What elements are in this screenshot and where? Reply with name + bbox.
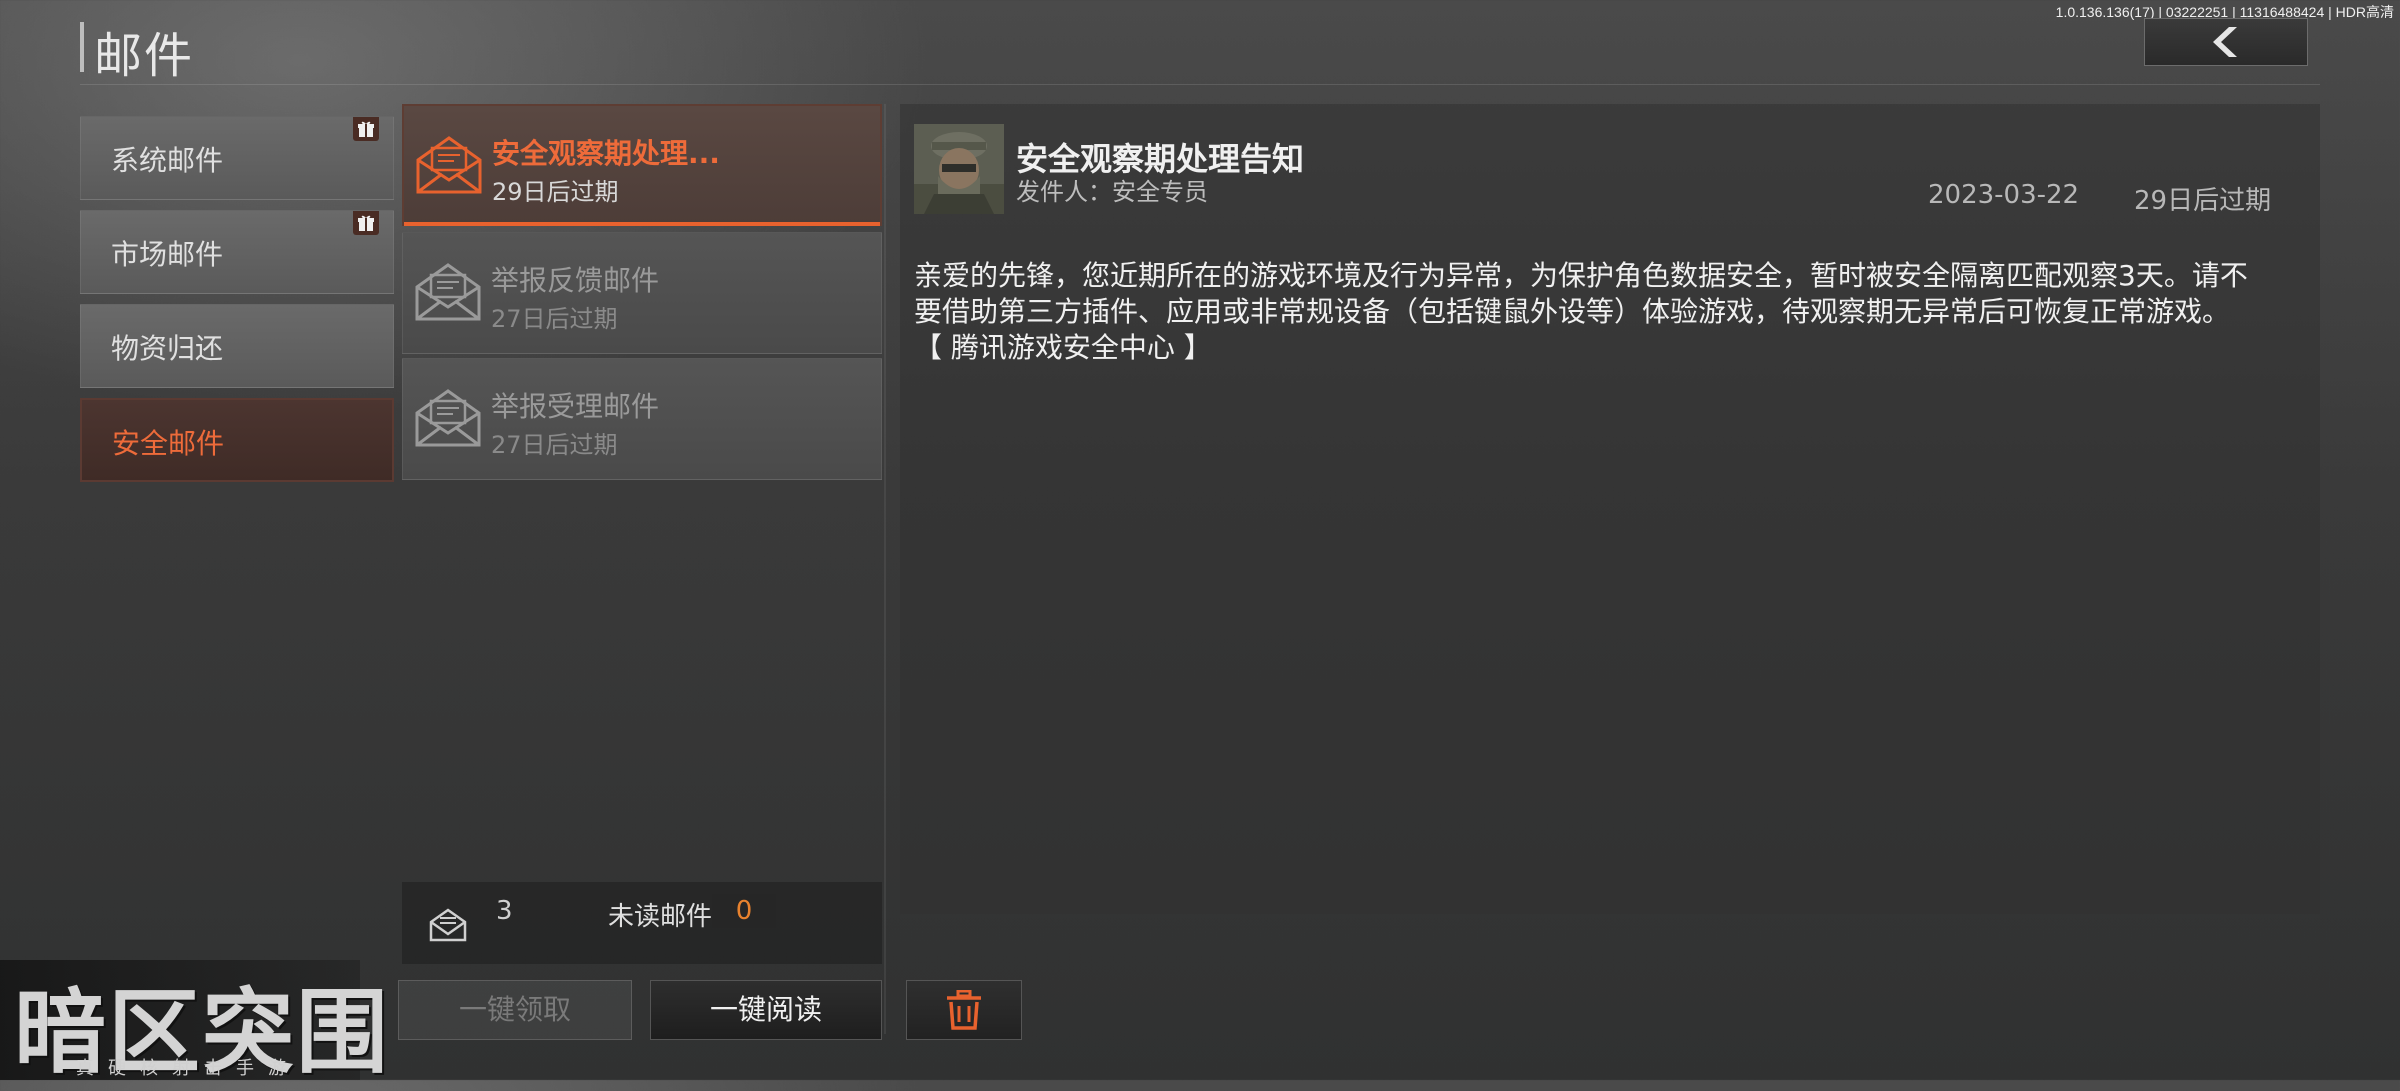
mail-body-line: 【 腾讯游戏安全中心 】 [914,331,1212,364]
mail-date: 2023-03-22 [1928,180,2080,210]
mail-expiry: 27日后过期 [491,305,618,333]
mail-body-line: 要借助第三方插件、应用或非常规设备（包括键鼠外设等）体验游戏，待观察期无异常后可… [914,295,2231,328]
unread-label: 未读邮件 [608,902,713,932]
mail-subject: 安全观察期处理... [492,137,720,170]
mail-expiry: 27日后过期 [491,431,618,459]
mail-detail-panel [900,104,2320,914]
list-divider [884,104,886,1034]
mail-list-item[interactable]: 举报受理邮件 27日后过期 [402,358,882,480]
sender-avatar [914,124,1004,214]
mail-expiry: 29日后过期 [2134,186,2272,216]
mail-list-item[interactable]: 安全观察期处理... 29日后过期 [402,104,882,226]
gift-icon [353,211,379,235]
read-all-button[interactable]: 一键阅读 [650,980,882,1040]
delete-button[interactable] [906,980,1022,1040]
envelope-open-icon [414,134,484,198]
mail-subject: 举报受理邮件 [491,390,660,423]
tab-market-mail[interactable]: 市场邮件 [80,210,394,294]
tab-item-return[interactable]: 物资归还 [80,304,394,388]
mail-expiry: 29日后过期 [492,178,619,206]
tab-label: 物资归还 [111,332,224,365]
mail-body-line: 亲爱的先锋，您近期所在的游戏环境及行为异常，为保护角色数据安全，暂时被安全隔离匹… [914,259,2248,292]
chevron-left-icon [2213,27,2237,57]
game-logo-tagline: 真硬核射击手游 [76,1058,300,1079]
envelope-open-icon [413,387,483,451]
mail-list-item[interactable]: 举报反馈邮件 27日后过期 [402,232,882,354]
unread-count: 0 [712,894,776,928]
gift-icon [353,117,379,141]
tab-label: 安全邮件 [112,427,225,460]
page-title: 邮件 [94,28,195,84]
tab-security-mail[interactable]: 安全邮件 [80,398,394,482]
header-divider [80,84,2320,85]
envelope-stack-icon [428,906,468,946]
mail-sender: 发件人：安全专员 [1016,178,1208,206]
claim-all-button[interactable]: 一键领取 [398,980,632,1040]
title-marker [80,22,84,72]
envelope-open-icon [413,261,483,325]
back-button[interactable] [2144,18,2308,66]
trash-icon [947,990,981,1030]
mail-count: 3 [496,896,513,926]
mail-body: 亲爱的先锋，您近期所在的游戏环境及行为异常，为保护角色数据安全，暂时被安全隔离匹… [914,258,2274,366]
mail-subject: 举报反馈邮件 [491,264,660,297]
tab-label: 系统邮件 [111,144,224,177]
tab-label: 市场邮件 [111,238,224,271]
tab-system-mail[interactable]: 系统邮件 [80,116,394,200]
